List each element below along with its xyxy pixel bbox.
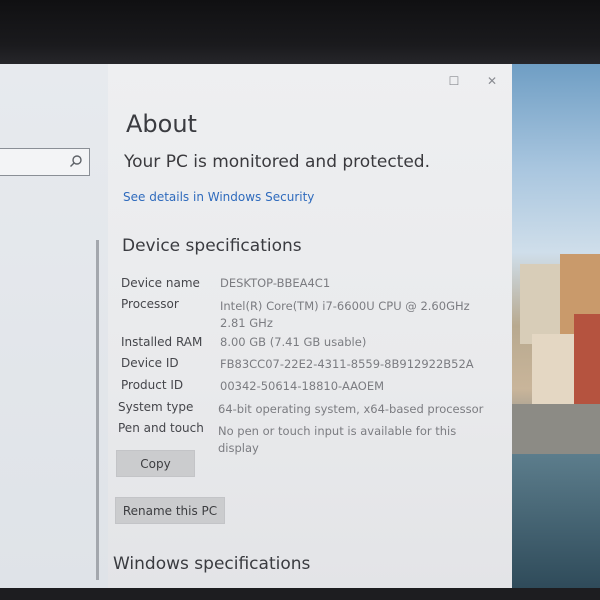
about-page: ☐ ✕ About Your PC is monitored and prote…: [108, 64, 512, 588]
close-button[interactable]: ✕: [484, 74, 500, 88]
spec-label-pen-and-touch: Pen and touch: [118, 421, 204, 435]
restore-icon: ☐: [448, 74, 460, 88]
monitor-bezel-top: [0, 0, 600, 64]
copy-button[interactable]: Copy: [116, 450, 195, 477]
wallpaper-pier: [512, 404, 600, 454]
close-icon: ✕: [486, 74, 498, 88]
spec-value-product-id: 00342-50614-18810-AAOEM: [220, 379, 385, 393]
spec-label-device-id: Device ID: [121, 356, 179, 370]
spec-value-device-name: DESKTOP-BBEA4C1: [220, 276, 331, 290]
wallpaper-building: [520, 264, 560, 344]
spec-value-pen-and-touch: No pen or touch input is available for t…: [218, 424, 457, 455]
spec-label-product-id: Product ID: [121, 378, 184, 392]
settings-nav-pane: [0, 64, 108, 588]
search-input[interactable]: [0, 148, 90, 176]
windows-security-link[interactable]: See details in Windows Security: [123, 190, 314, 204]
spec-label-system-type: System type: [118, 400, 194, 414]
page-title: About: [126, 110, 197, 138]
spec-value-system-type: 64-bit operating system, x64-based proce…: [218, 402, 484, 416]
device-specifications-heading: Device specifications: [122, 236, 302, 256]
wallpaper-sea: [512, 454, 600, 588]
desktop-wallpaper: [512, 64, 600, 588]
rename-pc-button[interactable]: Rename this PC: [115, 497, 225, 524]
protection-status: Your PC is monitored and protected.: [124, 152, 430, 172]
wallpaper-building: [574, 314, 600, 404]
spec-value-installed-ram: 8.00 GB (7.41 GB usable): [220, 335, 367, 349]
monitor-bezel-bottom: [0, 588, 600, 600]
search-icon[interactable]: [69, 154, 83, 168]
spec-label-installed-ram: Installed RAM: [121, 335, 203, 349]
spec-value-device-id: FB83CC07-22E2-4311-8559-8B912922B52A: [220, 357, 474, 371]
spec-value-processor: Intel(R) Core(TM) i7-6600U CPU @ 2.60GHz…: [220, 299, 470, 330]
restore-button[interactable]: ☐: [446, 74, 462, 88]
spec-label-device-name: Device name: [121, 276, 200, 290]
spec-label-processor: Processor: [121, 297, 179, 311]
windows-specifications-heading: Windows specifications: [113, 554, 311, 574]
nav-scrollbar[interactable]: [96, 240, 99, 580]
